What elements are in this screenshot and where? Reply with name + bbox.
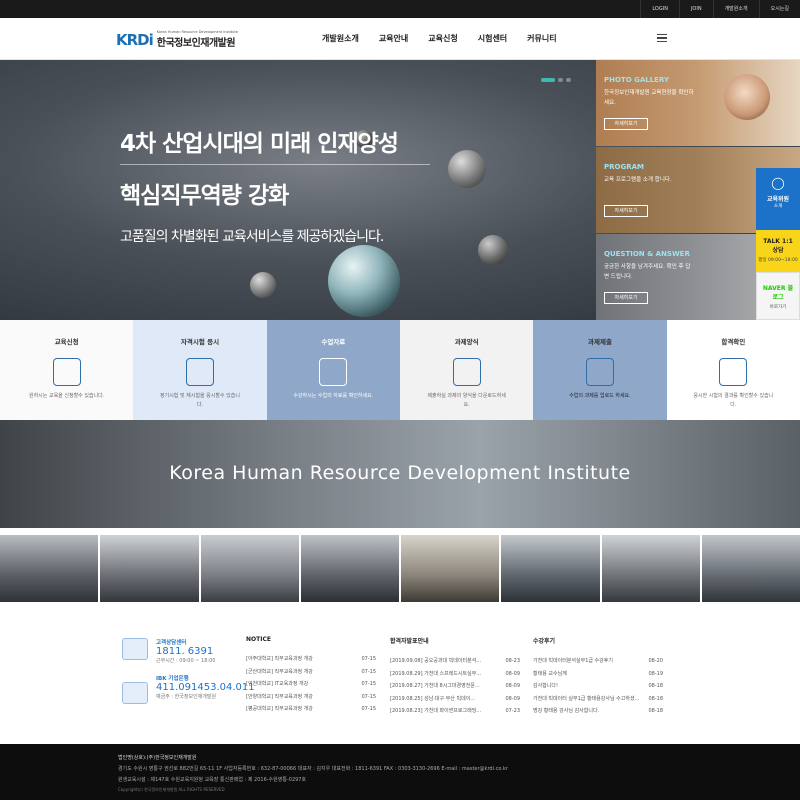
main-nav: 개발원소개 교육안내 교육신청 시험센터 커뮤니티 — [312, 18, 567, 60]
sphere-decoration — [448, 150, 486, 188]
certificate-icon — [719, 358, 748, 386]
hand-click-icon — [185, 358, 214, 386]
hero-divider — [120, 164, 430, 165]
slider-indicators — [541, 78, 574, 82]
photo-gallery-strip — [0, 535, 800, 602]
nav-about[interactable]: 개발원소개 — [322, 18, 359, 60]
institute-banner: Korea Human Resource Development Institu… — [0, 420, 800, 528]
slide-dot[interactable] — [566, 78, 571, 82]
info-section: 고객상담센터 1811. 6391 근무시간 : 09:00 ~ 18:00 I… — [0, 602, 800, 744]
instructor-intro-button[interactable]: ◯ 교육위원 소개 — [756, 168, 800, 230]
site-footer: 법인명(상호):(주)한국정보인재개발원 경기도 수원시 영통구 권선로 882… — [0, 744, 800, 800]
bank-icon — [122, 682, 148, 704]
quick-results[interactable]: 합격확인 응시한 시험의 결과를 확인할수 있습니다. — [666, 320, 800, 420]
gallery-photo[interactable] — [501, 535, 600, 602]
slide-dot-active[interactable] — [541, 78, 555, 82]
hero-headline: 4차 산업시대의 미래 인재양성 — [120, 131, 399, 157]
list-item[interactable]: [2019.09.08] 공오공과대 빅데이터분석... 08-23 — [390, 655, 520, 668]
document-icon — [452, 358, 481, 386]
list-item[interactable]: [평공대학교] 직무교육과정 개강 07-15 — [246, 703, 376, 716]
slide-dot[interactable] — [558, 78, 563, 82]
directions-link[interactable]: 오시는길 — [758, 0, 800, 18]
quick-materials[interactable]: 수업자료 수강하시는 수업의 자료를 확인하세요. — [266, 320, 400, 420]
kakao-talk-button[interactable]: TALK 1:1 상담 평일 09:00~18:00 — [756, 230, 800, 272]
panel-title: QUESTION & ANSWER — [604, 250, 690, 258]
sphere-decoration — [478, 235, 508, 265]
list-item[interactable]: 황태용 교수님께 08-19 — [533, 668, 663, 681]
panel-desc: 한국정보인재개발원 교육현장을 확인하세요. — [604, 90, 694, 106]
phone-number: 1811. 6391 — [156, 646, 214, 657]
gallery-photo[interactable] — [300, 535, 399, 602]
list-item[interactable]: [2019.08.25] 성남·대구·부산 빅데이... 08-09 — [390, 693, 520, 706]
panel-title: PHOTO GALLERY — [604, 76, 670, 84]
copyright: Copyright(c) 한국정보인재개발원 ALL RIGHTS RESERV… — [118, 787, 225, 792]
quick-forms[interactable]: 과제양식 제출하실 과제의 양식을 다운로드하세요. — [399, 320, 534, 420]
company-address: 경기도 수원시 영통구 권선로 882번길 65-11 1F 사업자등록번호 :… — [118, 766, 508, 772]
list-item[interactable]: [인천대학교] IT교육과정 개강 07-15 — [246, 678, 376, 691]
top-links: LOGIN JOIN 개발원소개 오시는길 — [640, 0, 800, 18]
list-item[interactable]: 명강 황태용 강사님 감사합니다. 08-18 — [533, 705, 663, 718]
lightbulb-icon: ◯ — [771, 176, 785, 190]
list-item[interactable]: 감사합니다! 08-18 — [533, 680, 663, 693]
detail-button[interactable]: 자세히보기 — [604, 205, 648, 217]
site-logo[interactable]: KRDi Korea Human Resource Development In… — [116, 30, 238, 49]
site-header: KRDi Korea Human Resource Development In… — [0, 18, 800, 60]
list-item[interactable]: [2019.08.23] 가천대 파이썬프로그래밍... 07-23 — [390, 705, 520, 718]
banner-text: Korea Human Resource Development Institu… — [169, 462, 631, 484]
gallery-photo[interactable] — [0, 535, 99, 602]
menu-icon[interactable] — [657, 34, 667, 42]
hourglass-icon — [319, 358, 348, 386]
nav-exam[interactable]: 시험센터 — [478, 18, 507, 60]
panel-title: PROGRAM — [604, 163, 644, 171]
gallery-photo[interactable] — [701, 535, 800, 602]
join-link[interactable]: JOIN — [678, 0, 713, 18]
gallery-photo[interactable] — [200, 535, 299, 602]
list-item[interactable]: 가천대 빅데이터 실무1급 황태용강사님 수고하셨... 08-18 — [533, 693, 663, 706]
naver-blog-button[interactable]: NAVER 블로그 바로가기 — [756, 272, 800, 320]
quick-exam[interactable]: 자격시험 응시 정기시험 및 재시험을 응시할수 있습니다. — [133, 320, 267, 420]
customer-center: 고객상담센터 1811. 6391 근무시간 : 09:00 ~ 18:00 I… — [122, 638, 255, 704]
nav-community[interactable]: 커뮤니티 — [527, 18, 556, 60]
list-item[interactable]: 가천대 빅데이터분석실무1급 수강후기 08-20 — [533, 655, 663, 668]
logo-korean: 한국정보인재개발원 — [156, 38, 236, 49]
detail-button[interactable]: 자세히보기 — [604, 292, 648, 304]
globe-decoration — [328, 245, 400, 317]
gallery-photo[interactable] — [601, 535, 700, 602]
company-name: 법인명(상호):(주)한국정보인재개발원 — [118, 755, 197, 761]
gallery-photo[interactable] — [100, 535, 199, 602]
photo-gallery-panel[interactable]: PHOTO GALLERY 한국정보인재개발원 교육현장을 확인하세요. 자세히… — [596, 60, 800, 146]
laptop-user-icon — [52, 358, 81, 386]
hero-tagline: 고품질의 차별화된 교육서비스를 제공하겠습니다. — [120, 229, 384, 245]
panel-desc: 교육 프로그램을 소개 합니다. — [604, 177, 672, 183]
list-item[interactable]: [2019.08.29] 가천대 스프레드시트실무... 08-09 — [390, 668, 520, 681]
list-item[interactable]: [아주대학교] 직무교육과정 개강 07-15 — [246, 653, 376, 666]
quick-menu: 교육신청 원하시는 교육을 신청할수 있습니다. 자격시험 응시 정기시험 및 … — [0, 320, 800, 420]
list-item[interactable]: [2019.08.27] 가천대 8시그마경영전문... 08-09 — [390, 680, 520, 693]
about-link[interactable]: 개발원소개 — [712, 0, 759, 18]
pass-announcement-board: 합격자발표안내 [2019.09.08] 공오공과대 빅데이터분석... 08-2… — [390, 636, 520, 718]
review-board: 수강후기 가천대 빅데이터분석실무1급 수강후기 08-20 황태용 교수님께 08… — [533, 636, 663, 718]
quick-apply[interactable]: 교육신청 원하시는 교육을 신청할수 있습니다. — [0, 320, 134, 420]
panel-desc: 궁금한 사항을 남겨주세요. 확인 후 답변 드립니다. — [604, 264, 691, 280]
gallery-photo[interactable] — [401, 535, 500, 602]
nav-education[interactable]: 교육안내 — [379, 18, 408, 60]
logo-mark: KRDi — [116, 30, 154, 49]
list-item[interactable]: [안양대학교] 직무교육과정 개강 07-15 — [246, 691, 376, 704]
phone-icon — [122, 638, 148, 660]
sphere-decoration — [250, 272, 276, 298]
quick-submit[interactable]: 과제제출 수업의 과제를 업로드 하세요. — [533, 320, 667, 420]
woman-photo — [724, 74, 770, 120]
notice-board: NOTICE [아주대학교] 직무교육과정 개강 07-15 [군산대학교] 직무… — [246, 636, 376, 716]
top-utility-bar: LOGIN JOIN 개발원소개 오시는길 — [0, 0, 800, 18]
account-number: 411.091453.04.011 — [156, 682, 255, 693]
company-registration: 원생교육시설 : 제147호 수원교육지원청 교육장 통신판매업 : 제 201… — [118, 777, 307, 783]
nav-apply[interactable]: 교육신청 — [428, 18, 457, 60]
hero-subheadline: 핵심직무역량 강화 — [120, 183, 289, 209]
login-link[interactable]: LOGIN — [640, 0, 679, 18]
book-icon — [585, 358, 614, 386]
detail-button[interactable]: 자세히보기 — [604, 118, 648, 130]
list-item[interactable]: [군산대학교] 직무교육과정 개강 07-15 — [246, 666, 376, 679]
